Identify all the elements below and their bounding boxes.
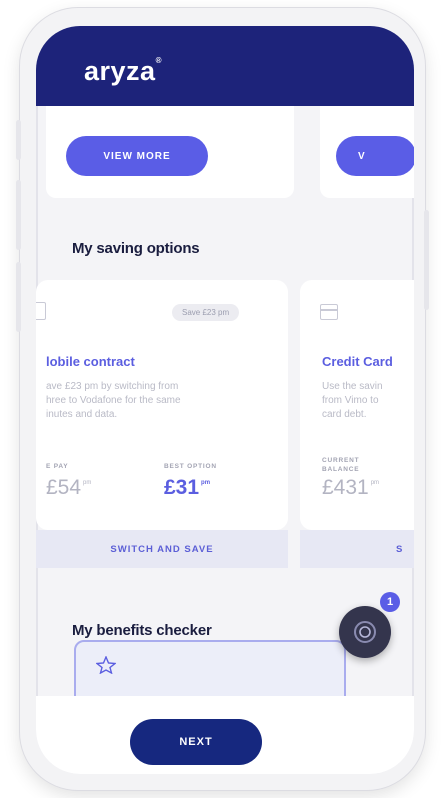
current-price: £54 pm xyxy=(46,476,92,499)
phone-side-button xyxy=(424,210,429,310)
switch-and-save-button[interactable]: SWITCH AND SAVE xyxy=(36,530,288,568)
current-balance-price: £431 pm xyxy=(322,476,380,499)
chat-assistant-icon xyxy=(354,621,376,643)
offer-card: VIEW MORE xyxy=(46,106,294,198)
savings-badge: Save £23 pm xyxy=(172,304,240,321)
view-more-button[interactable]: VIEW MORE xyxy=(66,136,208,176)
best-price: £31 pm xyxy=(164,476,211,499)
best-option-label: BEST OPTION xyxy=(164,463,217,470)
phone-side-button xyxy=(16,262,21,332)
phone-side-button xyxy=(16,180,21,250)
assistant-fab[interactable] xyxy=(339,606,391,658)
current-balance-label: CURRENT BALANCE xyxy=(322,457,360,473)
offer-card: V xyxy=(320,106,414,198)
saving-option-card[interactable]: Save £23 pm lobile contract ave £23 pm b… xyxy=(36,280,288,530)
phone-side-button xyxy=(16,120,21,160)
switch-and-save-button[interactable]: S xyxy=(300,530,414,568)
card-title: lobile contract xyxy=(46,354,135,369)
saving-option-card[interactable]: Credit Card Use the savin from Vimo to c… xyxy=(300,280,414,530)
app-header: aryza® xyxy=(36,26,414,106)
card-description: Use the savin from Vimo to card debt. xyxy=(322,381,383,420)
notification-badge: 1 xyxy=(380,592,400,612)
brand-logo: aryza® xyxy=(84,56,162,86)
phone-icon xyxy=(36,302,46,320)
section-title-savings: My saving options xyxy=(72,240,200,257)
card-description: ave £23 pm by switching from hree to Vod… xyxy=(46,381,181,420)
section-title-benefits: My benefits checker xyxy=(72,622,212,639)
phone-screen: aryza® VIEW MORE V My saving options Sav… xyxy=(36,26,414,774)
next-button[interactable]: NEXT xyxy=(130,719,262,765)
star-icon xyxy=(96,656,116,674)
card-title: Credit Card xyxy=(322,354,393,369)
view-more-button[interactable]: V xyxy=(336,136,414,176)
credit-card-icon xyxy=(320,304,338,320)
current-pay-label: E PAY xyxy=(46,463,69,470)
